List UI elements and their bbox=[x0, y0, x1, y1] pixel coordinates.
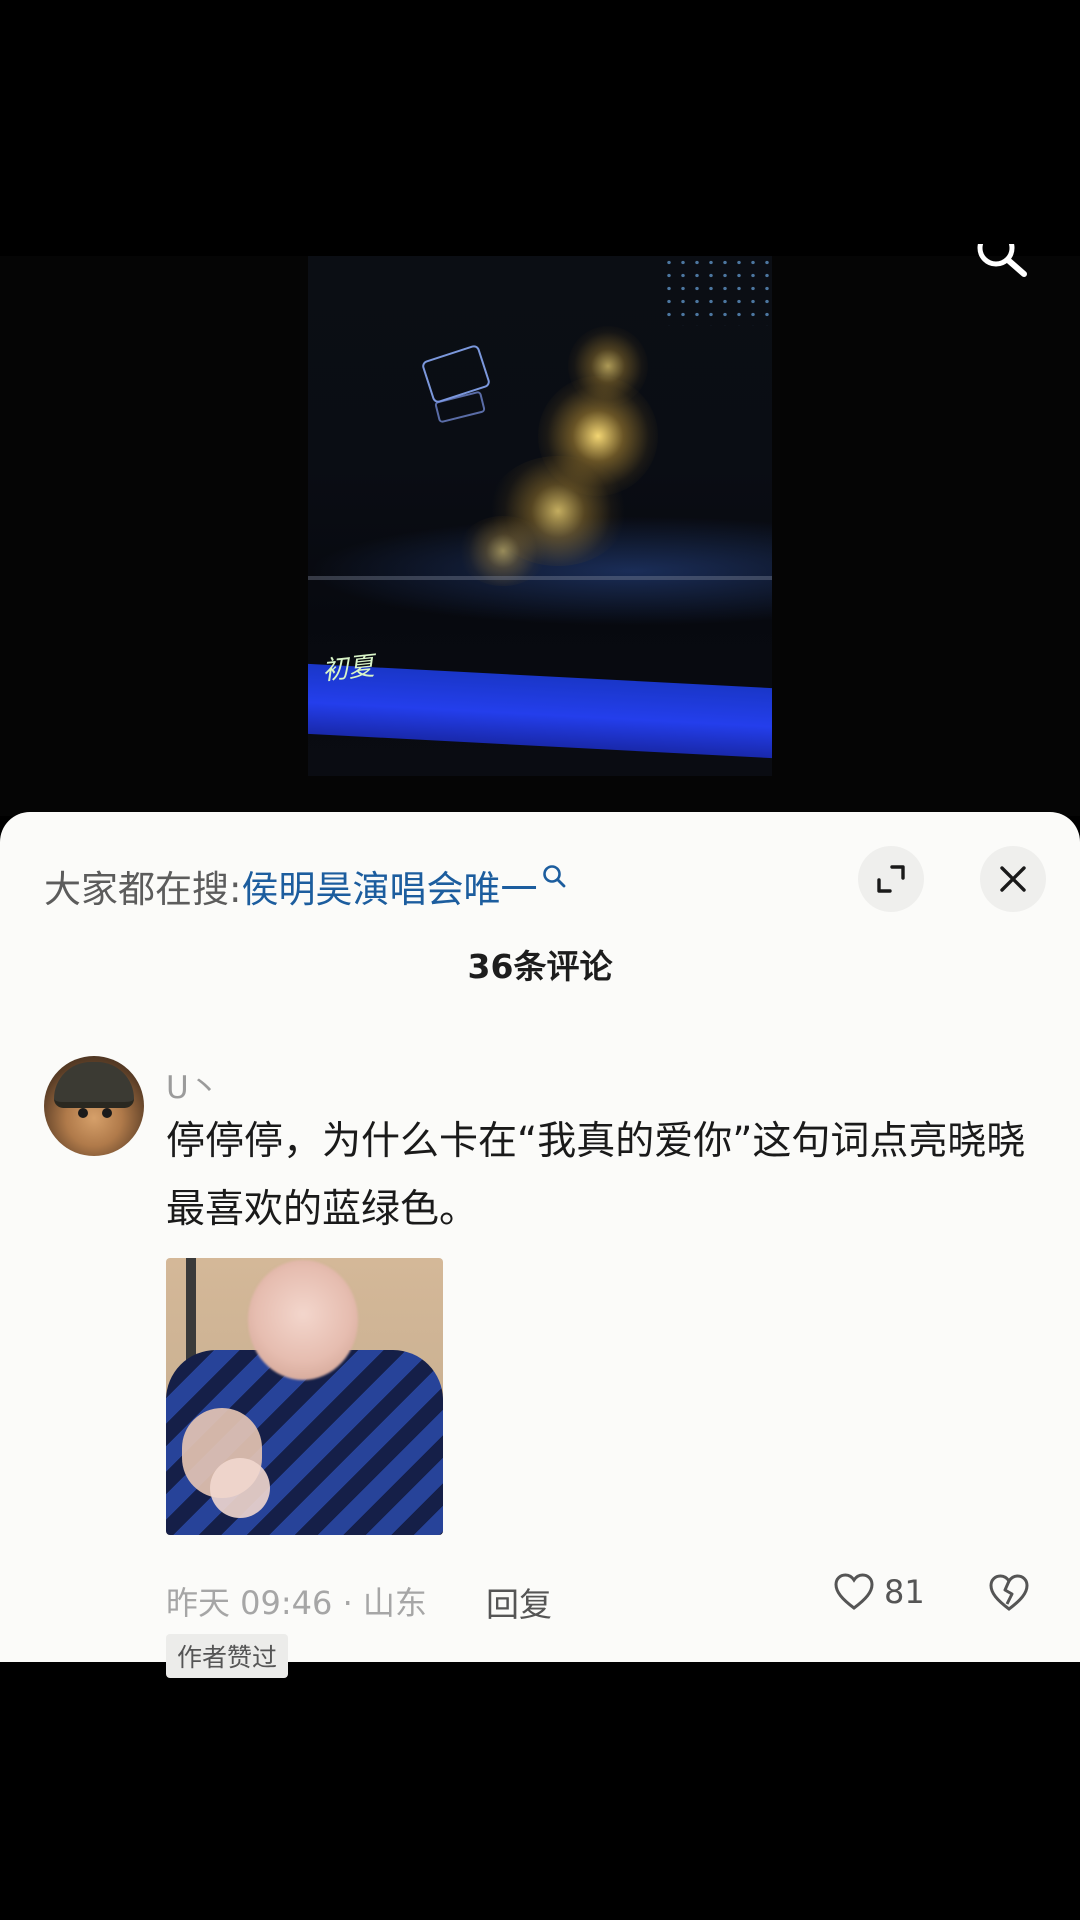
image-face bbox=[248, 1260, 358, 1380]
avatar-eye bbox=[102, 1108, 112, 1118]
video-watermark: 初夏 bbox=[320, 651, 376, 687]
author-liked-badge: 作者赞过 bbox=[166, 1634, 289, 1678]
trending-search[interactable]: 大家都在搜: 侯明昊演唱会唯一 bbox=[44, 856, 567, 916]
comment-username[interactable]: U丶 bbox=[166, 1062, 220, 1107]
trending-search-link[interactable]: 侯明昊演唱会唯一 bbox=[241, 859, 537, 913]
screen: 初夏 大家都在搜: 侯明昊演唱会唯一 36条评论 U丶 停停停，为什么卡在“我真… bbox=[0, 0, 1080, 1920]
like-button[interactable]: 81 bbox=[832, 1570, 925, 1614]
trending-search-prefix: 大家都在搜: bbox=[44, 868, 242, 911]
image-hand bbox=[210, 1458, 270, 1518]
close-icon bbox=[1000, 866, 1026, 892]
comment-sheet: 大家都在搜: 侯明昊演唱会唯一 36条评论 U丶 停停停，为什么卡在“我真的爱你… bbox=[0, 812, 1080, 1678]
comment-image[interactable] bbox=[166, 1258, 443, 1535]
video-player[interactable]: 初夏 bbox=[0, 256, 1080, 816]
comment-text: 停停停，为什么卡在“我真的爱你”这句词点亮晓晓最喜欢的蓝绿色。 bbox=[166, 1119, 1026, 1232]
broken-heart-icon[interactable] bbox=[986, 1570, 1032, 1616]
comment-count-title: 36条评论 bbox=[467, 947, 613, 986]
heart-icon bbox=[834, 1573, 874, 1610]
expand-icon bbox=[877, 865, 905, 893]
crowd-lights bbox=[662, 256, 772, 326]
blue-light-strip bbox=[308, 663, 772, 759]
avatar-eye bbox=[78, 1108, 88, 1118]
reply-button[interactable]: 回复 bbox=[486, 1578, 552, 1626]
search-icon[interactable] bbox=[541, 863, 567, 889]
like-count: 81 bbox=[884, 1573, 925, 1611]
expand-button[interactable] bbox=[858, 846, 924, 912]
comment-time-location: 昨天 09:46 · 山东 bbox=[166, 1584, 427, 1622]
avatar[interactable] bbox=[44, 1056, 144, 1156]
avatar-helmet bbox=[54, 1062, 134, 1108]
search-icon[interactable] bbox=[972, 244, 1030, 284]
close-button[interactable] bbox=[980, 846, 1046, 912]
confetti-glow bbox=[568, 326, 648, 406]
video-frame[interactable]: 初夏 bbox=[308, 256, 772, 776]
balcony-rail bbox=[308, 576, 772, 580]
